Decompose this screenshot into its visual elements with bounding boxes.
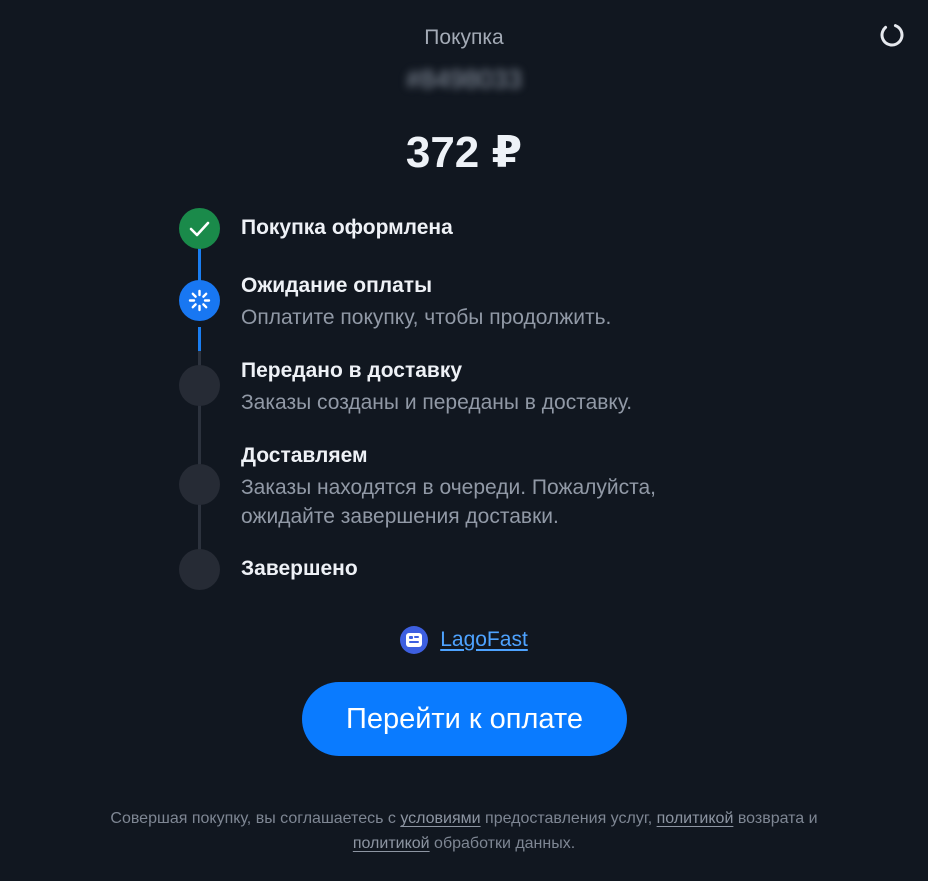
terms-link[interactable]: условиями	[400, 810, 480, 827]
order-id: #8498033	[406, 64, 522, 94]
step-pending-indicator	[179, 549, 220, 590]
progress-line-active	[198, 327, 201, 351]
step-done-indicator	[179, 208, 220, 249]
step-pending-indicator	[179, 464, 220, 505]
footer-text: обработки данных.	[429, 835, 576, 852]
step-pending-indicator	[179, 365, 220, 406]
order-progress-steps: Покупка оформлена Ожидание оплаты Оплати…	[179, 208, 739, 598]
go-to-payment-button[interactable]: Перейти к оплате	[302, 682, 627, 756]
step-title: Доставляем	[241, 444, 368, 467]
step-title: Ожидание оплаты	[241, 274, 432, 297]
footer-text: предоставления услуг,	[480, 810, 657, 827]
purchase-amount: 372 ₽	[405, 128, 523, 177]
checkmark-icon	[189, 221, 210, 237]
step-description: Оплатите покупку, чтобы продолжить.	[241, 306, 612, 329]
footer-text: Совершая покупку, вы соглашаетесь с	[110, 810, 401, 827]
spinner-icon	[188, 289, 211, 312]
footer-text: возврата и	[733, 810, 818, 827]
legal-footer: Совершая покупку, вы соглашаетесь с усло…	[64, 806, 864, 856]
page-title: Покупка	[424, 26, 504, 49]
merchant-brand: LagoFast	[0, 626, 928, 654]
refund-policy-link[interactable]: политикой	[657, 810, 734, 827]
privacy-policy-link[interactable]: политикой	[353, 835, 430, 852]
lagofast-logo-icon	[400, 626, 429, 654]
step-description: Заказы находятся в очереди. Пожалуйста, …	[241, 476, 657, 528]
loading-spinner-icon	[880, 23, 904, 47]
step-title: Завершено	[241, 557, 358, 580]
step-title: Покупка оформлена	[241, 216, 453, 239]
step-title: Передано в доставку	[241, 359, 463, 382]
step-description: Заказы созданы и переданы в доставку.	[241, 391, 633, 414]
merchant-link[interactable]: LagoFast	[440, 628, 528, 652]
step-active-indicator	[179, 280, 220, 321]
